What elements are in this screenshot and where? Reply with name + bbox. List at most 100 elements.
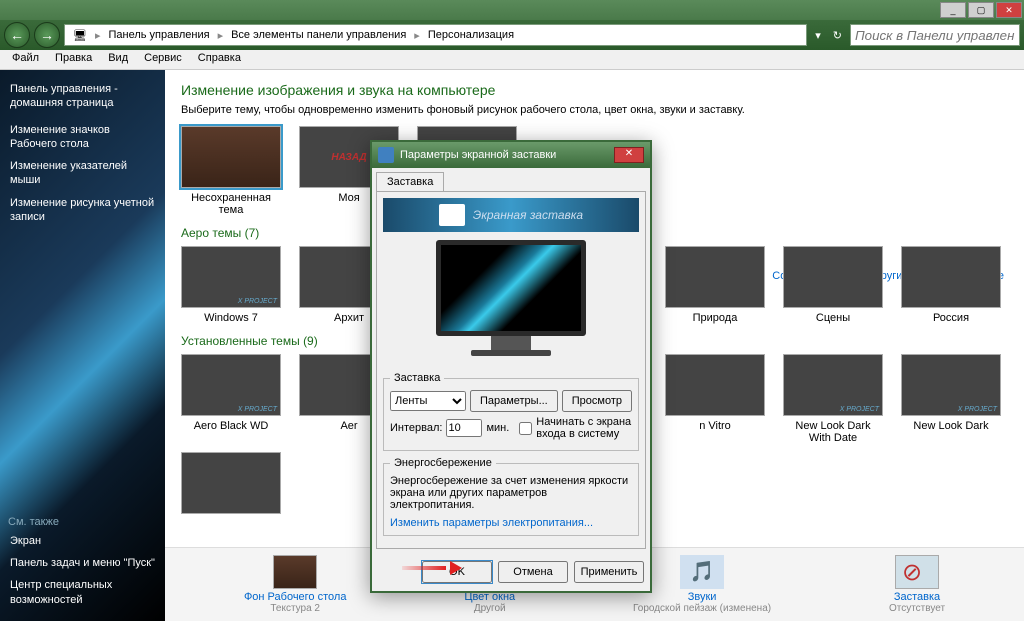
menu-view[interactable]: Вид <box>100 50 136 69</box>
sidebar-item-desktop-icons[interactable]: Изменение значков Рабочего стола <box>8 119 157 156</box>
preview-button[interactable]: Просмотр <box>562 390 632 412</box>
theme-unsaved[interactable]: Несохраненная тема <box>181 126 281 216</box>
power-settings-link[interactable]: Изменить параметры электропитания... <box>390 517 593 529</box>
theme-newlook-dark[interactable]: New Look Dark <box>901 354 1001 444</box>
params-button[interactable]: Параметры... <box>470 390 558 412</box>
footer-sublabel: Другой <box>464 603 515 614</box>
footer-sublabel: Отсутствует <box>889 603 945 614</box>
sidebar-home[interactable]: Панель управления - домашняя страница <box>8 78 157 115</box>
theme-label: New Look Dark <box>901 420 1001 432</box>
page-title: Изменение изображения и звука на компьют… <box>181 82 1008 98</box>
address-bar: ← → 🖥 ▸ Панель управления ▸ Все элементы… <box>0 20 1024 50</box>
sidebar-item-mouse-pointers[interactable]: Изменение указателей мыши <box>8 155 157 192</box>
dialog-titlebar[interactable]: Параметры экранной заставки ✕ <box>372 142 650 168</box>
checkbox-label: Начинать с экрана входа в систему <box>536 416 632 440</box>
banner-icon <box>439 204 465 226</box>
footer-sublabel: Текстура 2 <box>244 603 347 614</box>
chevron-right-icon: ▸ <box>91 29 105 42</box>
theme-windows7[interactable]: Windows 7 <box>181 246 281 324</box>
theme-thumbnail <box>901 354 1001 416</box>
footer-sounds[interactable]: 🎵 Звуки Городской пейзаж (изменена) <box>633 555 771 614</box>
back-button[interactable]: ← <box>4 22 30 48</box>
theme-thumbnail <box>181 452 281 514</box>
breadcrumb-item[interactable]: Все элементы панели управления <box>227 29 410 41</box>
footer-label: Звуки <box>633 591 771 603</box>
theme-label: New Look Dark With Date <box>783 420 883 444</box>
sidebar-see-also: См. также <box>8 516 157 528</box>
theme-label: Несохраненная тема <box>181 192 281 216</box>
footer-desktop-background[interactable]: Фон Рабочего стола Текстура 2 <box>244 555 347 614</box>
theme-thumbnail <box>901 246 1001 308</box>
sounds-icon: 🎵 <box>680 555 724 589</box>
breadcrumb-item[interactable]: Панель управления <box>105 29 214 41</box>
monitor-screen <box>436 240 586 336</box>
fieldset-legend: Энергосбережение <box>390 457 496 469</box>
minimize-button[interactable]: _ <box>940 2 966 18</box>
footer-screensaver[interactable]: ⊘ Заставка Отсутствует <box>889 555 945 614</box>
dialog-icon <box>378 147 394 163</box>
breadcrumb[interactable]: 🖥 ▸ Панель управления ▸ Все элементы пан… <box>64 24 807 46</box>
footer-label: Фон Рабочего стола <box>244 591 347 603</box>
theme-newlook-date[interactable]: New Look Dark With Date <box>783 354 883 444</box>
theme-item[interactable]: n Vitro <box>665 354 765 444</box>
screensaver-select[interactable]: Ленты <box>390 391 466 411</box>
apply-button[interactable]: Применить <box>574 561 644 583</box>
page-subtitle: Выберите тему, чтобы одновременно измени… <box>181 104 1008 116</box>
dropdown-icon[interactable]: ▾ <box>811 29 825 42</box>
computer-icon: 🖥 <box>69 29 91 42</box>
theme-russia[interactable]: Россия <box>901 246 1001 324</box>
search-input[interactable] <box>850 24 1020 46</box>
theme-thumbnail <box>181 354 281 416</box>
sidebar-item-account-picture[interactable]: Изменение рисунка учетной записи <box>8 192 157 229</box>
window-close-button[interactable]: ✕ <box>996 2 1022 18</box>
menu-file[interactable]: Файл <box>4 50 47 69</box>
chevron-right-icon: ▸ <box>214 29 228 42</box>
theme-thumbnail <box>783 354 883 416</box>
desktop-bg-icon <box>273 555 317 589</box>
theme-label: Aero Black WD <box>181 420 281 432</box>
theme-thumbnail <box>665 246 765 308</box>
forward-button[interactable]: → <box>34 22 60 48</box>
refresh-icon[interactable]: ↻ <box>829 29 846 42</box>
theme-scenes[interactable]: Сцены <box>783 246 883 324</box>
breadcrumb-item[interactable]: Персонализация <box>424 29 518 41</box>
theme-label: Природа <box>665 312 765 324</box>
cancel-button[interactable]: Отмена <box>498 561 568 583</box>
dialog-banner: Экранная заставка <box>383 198 639 232</box>
energy-text: Энергосбережение за счет изменения яркос… <box>390 475 632 511</box>
fieldset-legend: Заставка <box>390 372 444 384</box>
theme-thumbnail <box>181 246 281 308</box>
monitor-preview <box>431 240 591 360</box>
screensaver-icon: ⊘ <box>895 555 939 589</box>
theme-item[interactable] <box>181 452 281 518</box>
theme-label: Сцены <box>783 312 883 324</box>
interval-unit: мин. <box>486 422 509 434</box>
annotation-arrow <box>402 563 462 573</box>
theme-thumbnail <box>665 354 765 416</box>
menu-tools[interactable]: Сервис <box>136 50 190 69</box>
interval-label: Интервал: <box>390 422 442 434</box>
interval-input[interactable] <box>446 419 482 437</box>
tab-screensaver[interactable]: Заставка <box>376 172 444 191</box>
menu-edit[interactable]: Правка <box>47 50 100 69</box>
menu-help[interactable]: Справка <box>190 50 249 69</box>
theme-aero-black[interactable]: Aero Black WD <box>181 354 281 444</box>
sidebar-item-taskbar[interactable]: Панель задач и меню "Пуск" <box>8 552 157 574</box>
screensaver-dialog: Параметры экранной заставки ✕ Заставка Э… <box>370 140 652 593</box>
sidebar-item-display[interactable]: Экран <box>8 530 157 552</box>
energy-fieldset: Энергосбережение Энергосбережение за сче… <box>383 457 639 536</box>
theme-thumbnail <box>181 126 281 188</box>
maximize-button[interactable]: ▢ <box>968 2 994 18</box>
dialog-close-button[interactable]: ✕ <box>614 147 644 163</box>
sidebar-item-ease-of-access[interactable]: Центр специальных возможностей <box>8 574 157 611</box>
screensaver-fieldset: Заставка Ленты Параметры... Просмотр Инт… <box>383 372 639 451</box>
dialog-title: Параметры экранной заставки <box>400 149 556 161</box>
theme-thumbnail <box>783 246 883 308</box>
menu-bar: Файл Правка Вид Сервис Справка <box>0 50 1024 70</box>
theme-label: Windows 7 <box>181 312 281 324</box>
theme-nature[interactable]: Природа <box>665 246 765 324</box>
logon-checkbox[interactable] <box>519 422 532 435</box>
chevron-right-icon: ▸ <box>410 29 424 42</box>
sidebar: Панель управления - домашняя страница Из… <box>0 70 165 621</box>
theme-label: Россия <box>901 312 1001 324</box>
